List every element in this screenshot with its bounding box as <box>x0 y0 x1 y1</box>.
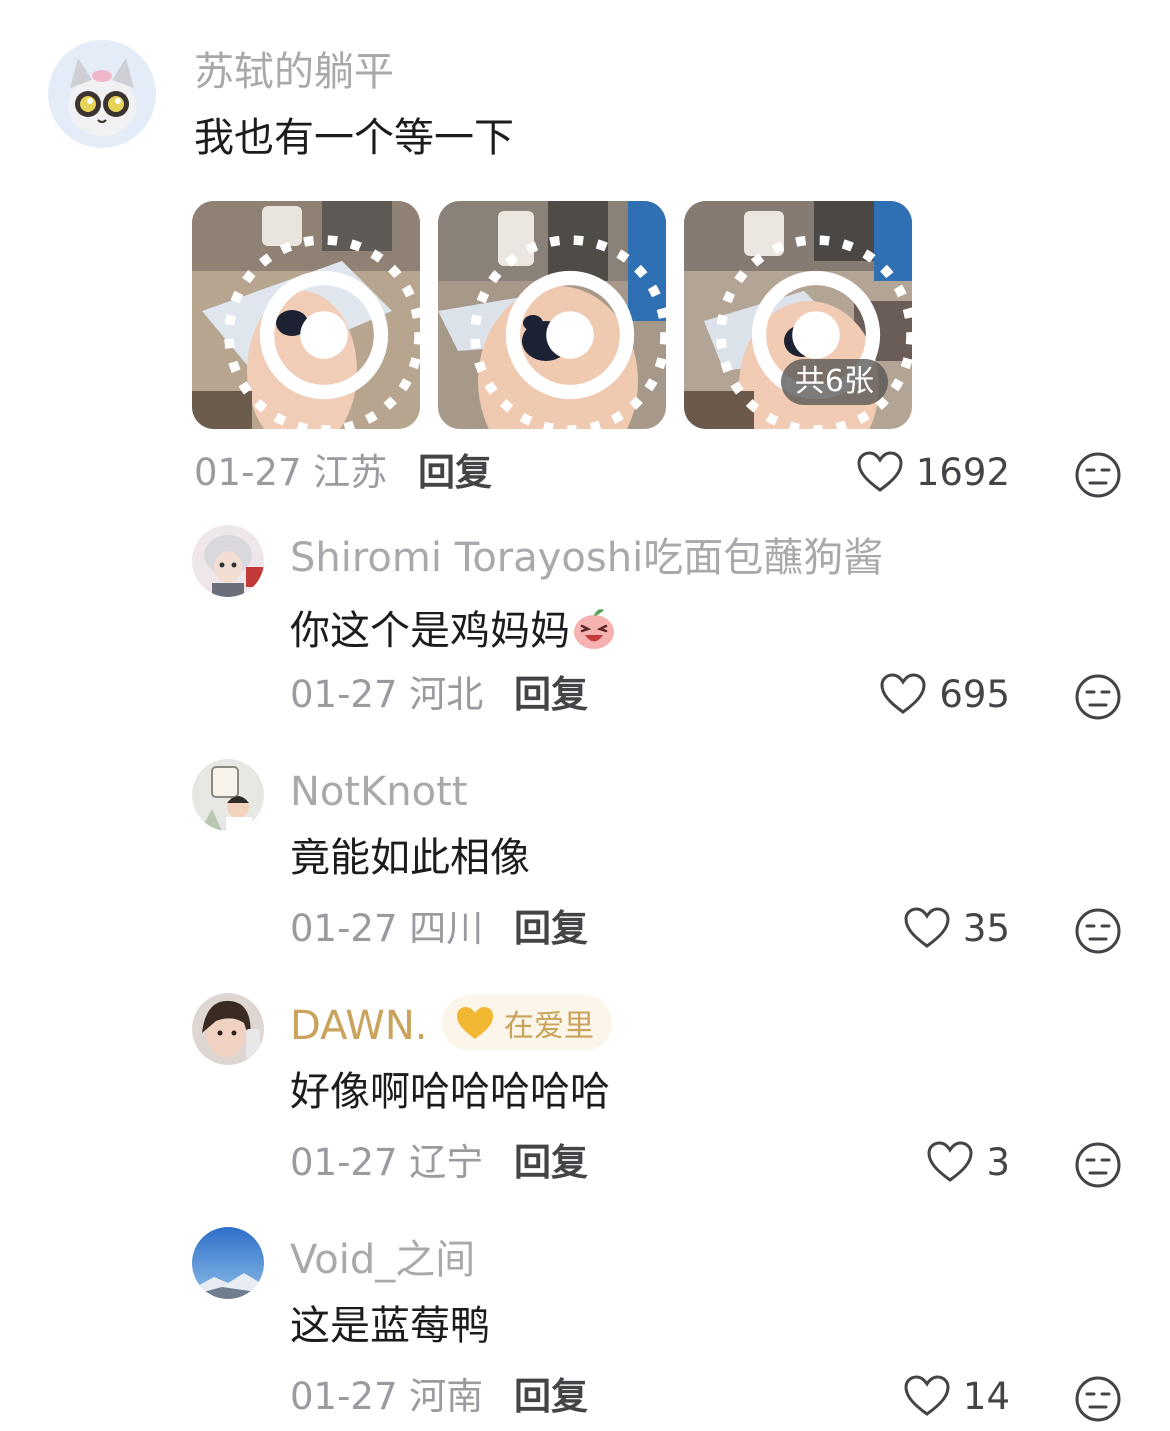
laughing-peach-emoji-icon <box>574 609 614 649</box>
dislike-face-icon[interactable] <box>1074 907 1122 955</box>
comment-location: 四川 <box>409 907 484 950</box>
comment-text: 好像啊哈哈哈哈哈 <box>290 1069 610 1115</box>
heart-icon <box>857 451 903 492</box>
avatar[interactable] <box>192 993 264 1065</box>
avatar[interactable] <box>192 759 264 831</box>
comment-image[interactable] <box>192 201 420 429</box>
live-photo-icon <box>470 235 666 429</box>
dislike-face-icon[interactable] <box>1074 1141 1122 1189</box>
live-photo-icon <box>224 235 420 429</box>
comment-text-content: 你这个是鸡妈妈 <box>290 608 570 654</box>
username[interactable]: Void_之间 <box>290 1240 475 1280</box>
comment-location: 江苏 <box>313 451 388 494</box>
comment-image[interactable]: 共6张 <box>684 201 912 429</box>
avatar[interactable] <box>192 525 264 597</box>
comment-text: 竟能如此相像 <box>290 835 530 881</box>
image-gallery: 共6张 <box>192 201 912 429</box>
comment-location: 辽宁 <box>409 1141 484 1184</box>
like-count: 3 <box>986 1140 1010 1184</box>
username[interactable]: 苏轼的躺平 <box>194 52 394 92</box>
dislike-face-icon[interactable] <box>1074 673 1122 721</box>
comment-date: 01-27 <box>290 1375 398 1418</box>
comment-text: 这是蓝莓鸭 <box>290 1303 490 1349</box>
comment-date-location: 01-27 江苏 <box>194 454 387 491</box>
comment-date: 01-27 <box>290 907 398 950</box>
comment-text: 我也有一个等一下 <box>194 115 514 161</box>
comment-list: 苏轼的躺平 我也有一个等一下 共6张 01-27 江苏 回复 1692 Shir… <box>0 0 1170 1431</box>
heart-icon <box>927 1141 973 1182</box>
reply-button[interactable]: 回复 <box>514 910 588 947</box>
dislike-face-icon[interactable] <box>1074 1375 1122 1423</box>
image-count-badge: 共6张 <box>780 359 888 405</box>
comment-location: 河南 <box>409 1375 484 1418</box>
comment-date-location: 01-27 河南 <box>290 1378 483 1415</box>
comment-date-location: 01-27 辽宁 <box>290 1144 483 1181</box>
like-count: 35 <box>962 906 1010 950</box>
reply-button[interactable]: 回复 <box>514 1144 588 1181</box>
comment-text: 你这个是鸡妈妈 <box>290 604 618 652</box>
comment-date-location: 01-27 四川 <box>290 910 483 947</box>
user-status-label: 在爱里 <box>504 1009 594 1044</box>
heart-icon <box>904 907 950 948</box>
comment-date: 01-27 <box>290 1141 398 1184</box>
like-button[interactable]: 14 <box>903 1374 1010 1418</box>
comment-image[interactable] <box>438 201 666 429</box>
heart-icon <box>904 1375 950 1416</box>
comment-date: 01-27 <box>194 451 302 494</box>
like-count: 695 <box>939 672 1010 716</box>
yellow-heart-icon <box>457 1007 493 1039</box>
like-count: 1692 <box>915 450 1010 494</box>
reply-button[interactable]: 回复 <box>418 454 492 491</box>
like-button[interactable]: 3 <box>926 1140 1010 1184</box>
comment-date: 01-27 <box>290 673 398 716</box>
like-button[interactable]: 695 <box>879 672 1010 716</box>
comment-date-location: 01-27 河北 <box>290 676 483 713</box>
comment-location: 河北 <box>409 673 484 716</box>
reply-button[interactable]: 回复 <box>514 1378 588 1415</box>
like-button[interactable]: 1692 <box>856 450 1010 494</box>
username[interactable]: DAWN. <box>290 1006 427 1046</box>
heart-icon <box>880 673 926 714</box>
avatar[interactable] <box>192 1227 264 1299</box>
like-button[interactable]: 35 <box>903 906 1010 950</box>
like-count: 14 <box>962 1374 1010 1418</box>
avatar[interactable] <box>48 40 156 148</box>
user-status-badge: 在爱里 <box>442 995 612 1051</box>
dislike-face-icon[interactable] <box>1074 451 1122 499</box>
username[interactable]: Shiromi Torayoshi吃面包蘸狗酱 <box>290 538 883 578</box>
reply-button[interactable]: 回复 <box>514 676 588 713</box>
username[interactable]: NotKnott <box>290 772 468 812</box>
